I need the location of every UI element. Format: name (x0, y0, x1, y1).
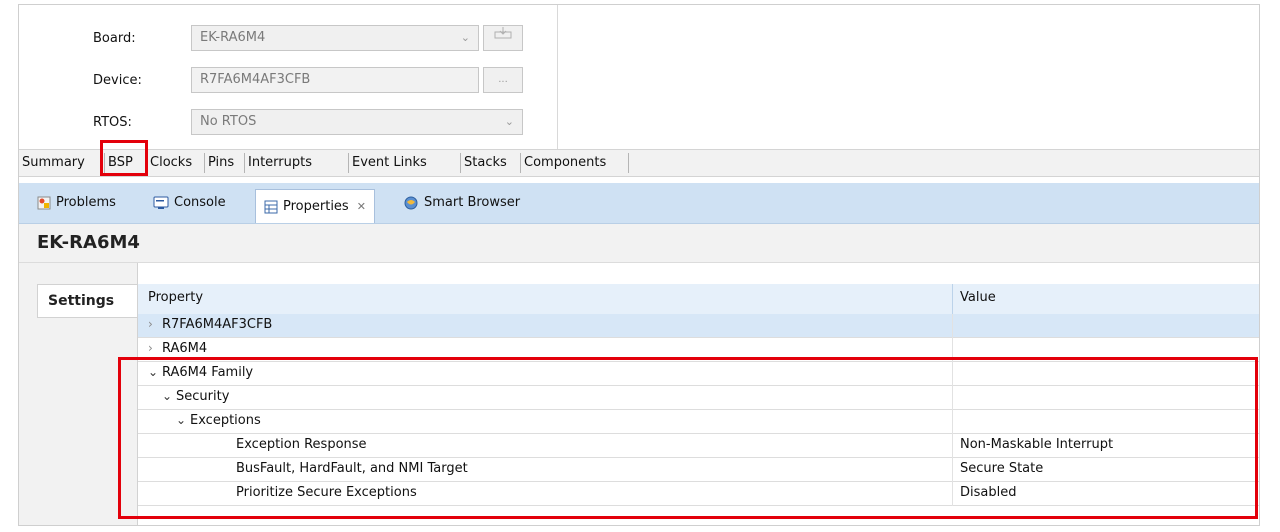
chevron-down-icon: ⌄ (460, 31, 470, 44)
table-row[interactable]: › R7FA6M4AF3CFB (138, 314, 1259, 338)
view-tab-bar: Problems Console Properties ✕ Smart Brow… (19, 183, 1259, 224)
column-header-value[interactable]: Value (960, 290, 996, 305)
settings-highlight-box (118, 357, 1258, 519)
column-header-property[interactable]: Property (148, 290, 203, 305)
tab-smart-browser-label: Smart Browser (424, 195, 521, 210)
board-config-form: Board: EK-RA6M4 ⌄ Device: R7FA6M4AF3CFB … (37, 5, 558, 153)
tab-pins[interactable]: Pins (205, 153, 245, 173)
tab-properties[interactable]: Properties ✕ (255, 189, 375, 223)
tab-problems[interactable]: Problems (37, 191, 116, 215)
device-value: R7FA6M4AF3CFB (200, 72, 311, 87)
download-icon (494, 27, 512, 39)
rtos-label: RTOS: (93, 115, 132, 130)
properties-title-bar: EK-RA6M4 (19, 224, 1259, 263)
rtos-value: No RTOS (200, 114, 257, 129)
device-field[interactable]: R7FA6M4AF3CFB (191, 67, 479, 93)
expand-icon[interactable]: › (148, 317, 153, 331)
board-combo[interactable]: EK-RA6M4 ⌄ (191, 25, 479, 51)
tab-event-links[interactable]: Event Links (349, 153, 461, 173)
tab-interrupts[interactable]: Interrupts (245, 153, 349, 173)
close-icon[interactable]: ✕ (357, 191, 366, 223)
property-name: R7FA6M4AF3CFB (162, 317, 273, 332)
expand-icon[interactable]: › (148, 341, 153, 355)
properties-icon (264, 200, 278, 213)
board-label: Board: (93, 31, 136, 46)
tab-problems-label: Problems (56, 195, 116, 210)
tab-smart-browser[interactable]: Smart Browser (403, 191, 520, 215)
tab-settings[interactable]: Settings (37, 284, 137, 318)
tab-console[interactable]: Console (153, 191, 226, 215)
property-name: RA6M4 (162, 341, 208, 356)
problems-icon (37, 196, 51, 210)
tab-stacks[interactable]: Stacks (461, 153, 521, 173)
tab-components[interactable]: Components (521, 153, 629, 173)
rtos-combo[interactable]: No RTOS ⌄ (191, 109, 523, 135)
column-separator (952, 284, 953, 314)
bsp-tab-highlight (100, 140, 148, 176)
tab-summary[interactable]: Summary (19, 153, 105, 173)
smart-browser-icon (404, 196, 418, 210)
tab-properties-label: Properties (283, 198, 349, 214)
configuration-tab-bar: Summary BSP Clocks Pins Interrupts Event… (19, 149, 1259, 177)
board-download-button[interactable] (483, 25, 523, 51)
column-separator (952, 314, 953, 338)
console-icon (153, 196, 169, 209)
tab-clocks[interactable]: Clocks (147, 153, 205, 173)
board-value: EK-RA6M4 (200, 30, 266, 45)
table-header: Property Value (138, 284, 1259, 315)
properties-title: EK-RA6M4 (37, 232, 140, 253)
chevron-down-icon: ⌄ (504, 115, 514, 128)
device-browse-button[interactable]: ... (483, 67, 523, 93)
device-label: Device: (93, 73, 142, 88)
tab-console-label: Console (174, 195, 226, 210)
